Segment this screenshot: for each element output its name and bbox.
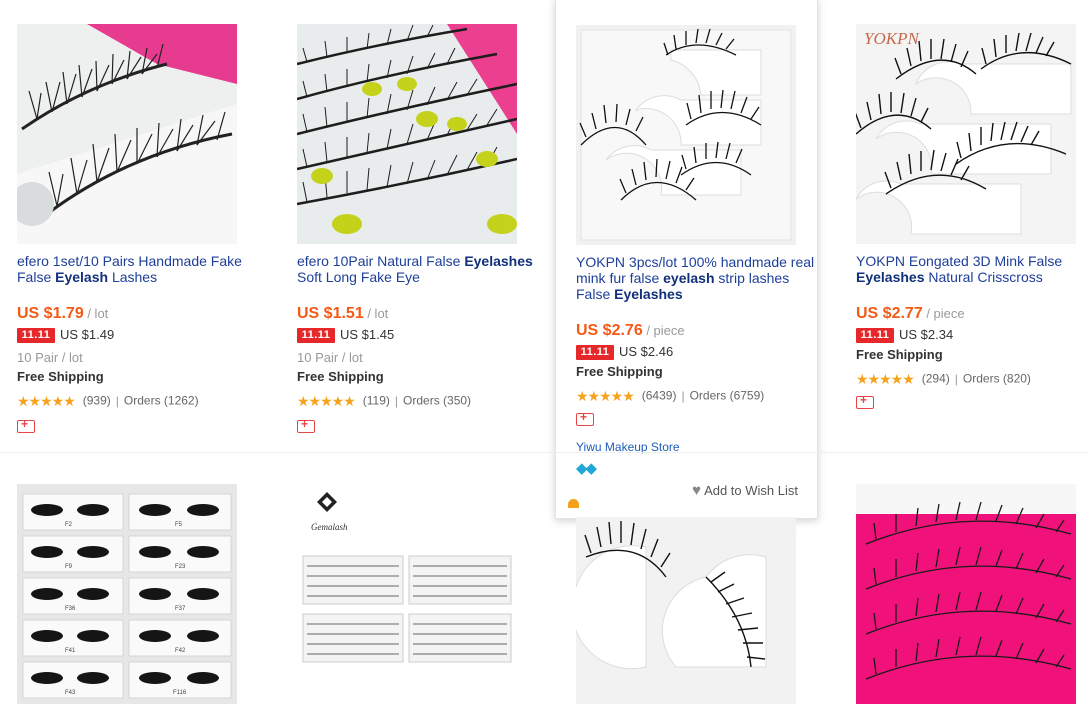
svg-text:F42: F42 xyxy=(175,648,186,654)
sale-price-row-3: 11.11 US $2.46 xyxy=(576,344,673,361)
sale-badge: 11.11 xyxy=(297,328,335,344)
product-image-7[interactable] xyxy=(576,517,796,704)
brand-logo: Gemalash xyxy=(311,522,348,532)
add-to-wishlist-button[interactable]: ♥ Add to Wish List xyxy=(692,482,798,499)
svg-text:F36: F36 xyxy=(65,606,76,612)
star-rating-icon: ★★★★★ xyxy=(856,371,915,387)
orders-link-3[interactable]: Orders (6759) xyxy=(690,389,765,403)
sale-price-row-2: 11.11 US $1.45 xyxy=(297,327,394,344)
svg-text:F43: F43 xyxy=(65,690,76,696)
bell-icon[interactable] xyxy=(568,499,579,508)
delivery-icon xyxy=(576,410,594,426)
sale-price-row-1: 11.11 US $1.49 xyxy=(17,327,114,344)
sale-badge: 11.11 xyxy=(576,345,614,361)
star-rating-icon: ★★★★★ xyxy=(576,388,635,404)
rating-row-3: ★★★★★ (6439) | Orders (6759) xyxy=(576,388,765,404)
svg-text:F5: F5 xyxy=(175,522,183,528)
brand-logo: YOKPN xyxy=(864,29,920,48)
svg-text:F37: F37 xyxy=(175,606,186,612)
product-title-2[interactable]: efero 10Pair Natural False Eyelashes Sof… xyxy=(297,253,537,285)
row-divider xyxy=(0,452,1089,453)
product-image-3[interactable] xyxy=(576,25,796,245)
free-shipping-4: Free Shipping xyxy=(856,347,943,362)
product-title-1[interactable]: efero 1set/10 Pairs Handmade Fake False … xyxy=(17,253,257,285)
free-shipping-1: Free Shipping xyxy=(17,369,104,384)
orders-link-2[interactable]: Orders (350) xyxy=(403,394,471,408)
product-image-4[interactable]: YOKPN xyxy=(856,24,1076,244)
star-rating-icon: ★★★★★ xyxy=(297,393,356,409)
free-shipping-2: Free Shipping xyxy=(297,369,384,384)
product-price-4: US $2.77 / piece xyxy=(856,305,965,322)
svg-text:F23: F23 xyxy=(175,564,186,570)
svg-text:F41: F41 xyxy=(65,648,76,654)
sale-badge: 11.11 xyxy=(17,328,55,344)
sale-badge: 11.11 xyxy=(856,328,894,344)
svg-text:F116: F116 xyxy=(173,690,187,696)
product-title-4[interactable]: YOKPN Eongated 3D Mink False Eyelashes N… xyxy=(856,253,1089,285)
rating-row-4: ★★★★★ (294) | Orders (820) xyxy=(856,371,1031,387)
lot-info-1: 10 Pair / lot xyxy=(17,350,83,365)
free-shipping-3: Free Shipping xyxy=(576,364,663,379)
product-price-1: US $1.79 / lot xyxy=(17,305,109,322)
product-card-3-hover[interactable]: YOKPN 3pcs/lot 100% handmade real mink f… xyxy=(555,0,818,519)
product-image-8[interactable] xyxy=(856,484,1076,704)
product-image-2[interactable] xyxy=(297,24,517,244)
delivery-icon xyxy=(17,417,35,433)
product-price-3: US $2.76 / piece xyxy=(576,322,685,339)
delivery-icon xyxy=(297,417,315,433)
rating-row-2: ★★★★★ (119) | Orders (350) xyxy=(297,393,472,409)
sale-price-row-4: 11.11 US $2.34 xyxy=(856,327,953,344)
orders-link-4[interactable]: Orders (820) xyxy=(963,372,1031,386)
product-image-1[interactable] xyxy=(17,24,237,244)
product-title-3[interactable]: YOKPN 3pcs/lot 100% handmade real mink f… xyxy=(576,254,816,302)
delivery-icon xyxy=(856,393,874,409)
rating-row-1: ★★★★★ (939) | Orders (1262) xyxy=(17,393,199,409)
star-rating-icon: ★★★★★ xyxy=(17,393,76,409)
heart-icon: ♥ xyxy=(692,482,702,499)
svg-text:F2: F2 xyxy=(65,522,73,528)
orders-link-1[interactable]: Orders (1262) xyxy=(124,394,199,408)
product-image-5[interactable]: F2 F5 F9 F23 F36 F37 F41 F42 F43 F116 xyxy=(17,484,237,704)
svg-text:F9: F9 xyxy=(65,564,73,570)
diamond-rating-icon: ◆◆ xyxy=(576,460,597,477)
lot-info-2: 10 Pair / lot xyxy=(297,350,363,365)
product-image-6[interactable]: Gemalash xyxy=(297,484,517,704)
product-price-2: US $1.51 / lot xyxy=(297,305,389,322)
